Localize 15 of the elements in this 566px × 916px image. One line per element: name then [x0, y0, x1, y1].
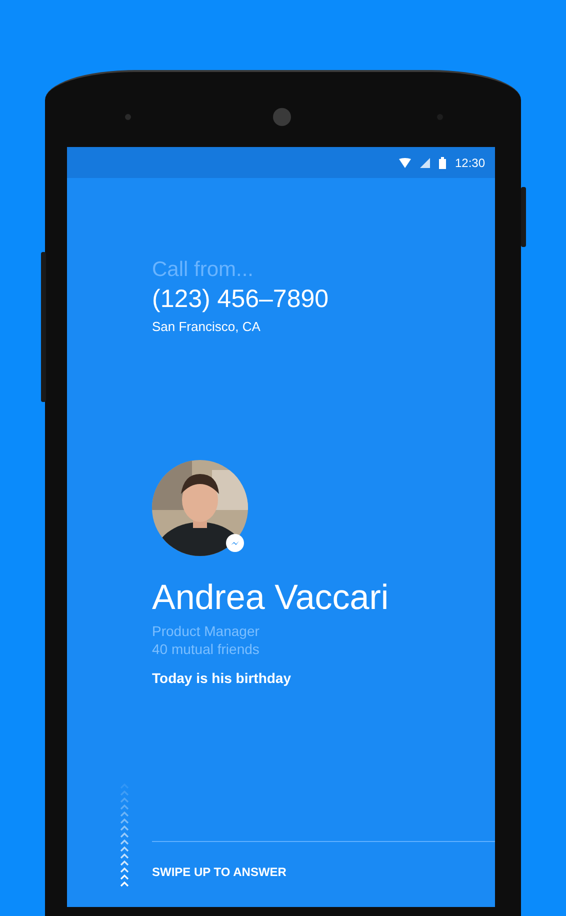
- battery-icon: [438, 156, 446, 168]
- caller-location: San Francisco, CA: [152, 319, 262, 334]
- call-label: Call from...: [152, 258, 255, 282]
- wifi-icon: [398, 158, 411, 168]
- contact-title: Product Manager: [152, 623, 260, 639]
- phone-number: (123) 456–7890: [152, 285, 330, 314]
- signal-icon: [420, 158, 430, 168]
- messenger-badge: [226, 534, 244, 552]
- sensor-dot: [125, 114, 131, 120]
- swipe-hint: SWIPE UP TO ANSWER: [152, 865, 288, 879]
- contact-name: Andrea Vaccari: [152, 578, 390, 618]
- birthday-note: Today is his birthday: [152, 670, 292, 686]
- camera-lens: [273, 108, 291, 126]
- mutual-friends: 40 mutual friends: [152, 641, 260, 657]
- clock-time: 12:30: [454, 156, 485, 170]
